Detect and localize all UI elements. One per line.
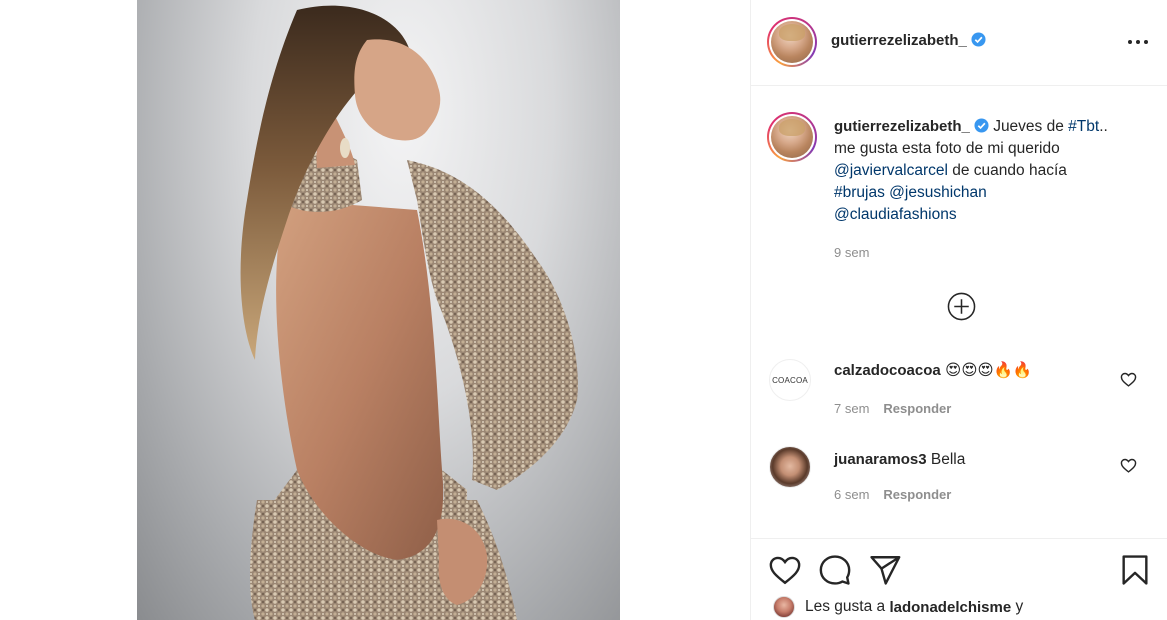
comment-avatar[interactable]: COACOA [769, 359, 811, 401]
post-caption: gutierrezelizabeth_ Jueves de #Tbt.. me … [834, 116, 1144, 264]
mention-jesushichan[interactable]: @jesushichan [889, 184, 987, 201]
liker-username[interactable]: ladonadelchisme [889, 599, 1011, 616]
likes-suffix: y [1015, 598, 1024, 615]
comment-avatar[interactable] [769, 446, 811, 488]
coacoa-logo: COACOA [772, 375, 808, 385]
comment-username[interactable]: calzadocoacoa [834, 362, 941, 379]
comment-text: 😍😍😍🔥🔥 [945, 362, 1033, 379]
comment-timestamp[interactable]: 6 sem [834, 487, 869, 502]
paper-plane-icon[interactable] [868, 553, 902, 587]
author-username[interactable]: gutierrezelizabeth_ [831, 32, 967, 49]
comment-like-heart-icon[interactable] [1120, 457, 1137, 474]
caption-timestamp[interactable]: 9 sem [834, 242, 1144, 264]
caption-text: .. [1099, 118, 1108, 135]
author-name-row: gutierrezelizabeth_ [831, 32, 986, 50]
verified-badge-icon [974, 118, 989, 133]
verified-badge-icon [971, 32, 986, 47]
mention-claudiafashions[interactable]: @claudiafashions [834, 206, 957, 223]
comment-like-heart-icon[interactable] [1120, 371, 1137, 388]
comment-username[interactable]: juanaramos3 [834, 451, 927, 468]
comment-meta: 6 sem Responder [834, 487, 951, 502]
author-avatar[interactable] [767, 17, 817, 67]
more-options-icon[interactable] [1128, 32, 1148, 52]
bookmark-icon[interactable] [1118, 553, 1152, 587]
liker-avatar[interactable] [773, 596, 795, 618]
photo-pane [0, 0, 750, 620]
caption-text: me gusta esta foto de mi querido [834, 140, 1060, 157]
comment-meta: 7 sem Responder [834, 401, 951, 416]
comment-body: juanaramos3 Bella [834, 449, 965, 471]
caption-text: Jueves de [993, 118, 1064, 135]
reply-button[interactable]: Responder [883, 401, 951, 416]
post-sidebar: gutierrezelizabeth_ gutierrezelizabeth_ … [750, 0, 1167, 620]
caption-text: de cuando hacía [952, 162, 1067, 179]
post-header: gutierrezelizabeth_ [751, 0, 1167, 86]
hashtag-tbt[interactable]: #Tbt [1068, 118, 1099, 135]
comment-timestamp[interactable]: 7 sem [834, 401, 869, 416]
mention-javiervalcarcel[interactable]: @javiervalcarcel [834, 162, 948, 179]
comment-bubble-icon[interactable] [818, 553, 852, 587]
likes-summary: Les gusta a ladonadelchisme y [773, 596, 1023, 618]
comment-text: Bella [930, 451, 966, 468]
comment-body: calzadocoacoa 😍😍😍🔥🔥 [834, 360, 1032, 382]
hashtag-brujas[interactable]: #brujas [834, 184, 885, 201]
reply-button[interactable]: Responder [883, 487, 951, 502]
caption-avatar[interactable] [767, 112, 817, 162]
likes-prefix: Les gusta a [805, 598, 886, 615]
heart-icon[interactable] [768, 553, 802, 587]
photo-illustration [240, 5, 578, 620]
caption-username[interactable]: gutierrezelizabeth_ [834, 118, 970, 135]
plus-circle-icon[interactable] [947, 292, 976, 321]
post-photo[interactable] [137, 0, 620, 620]
